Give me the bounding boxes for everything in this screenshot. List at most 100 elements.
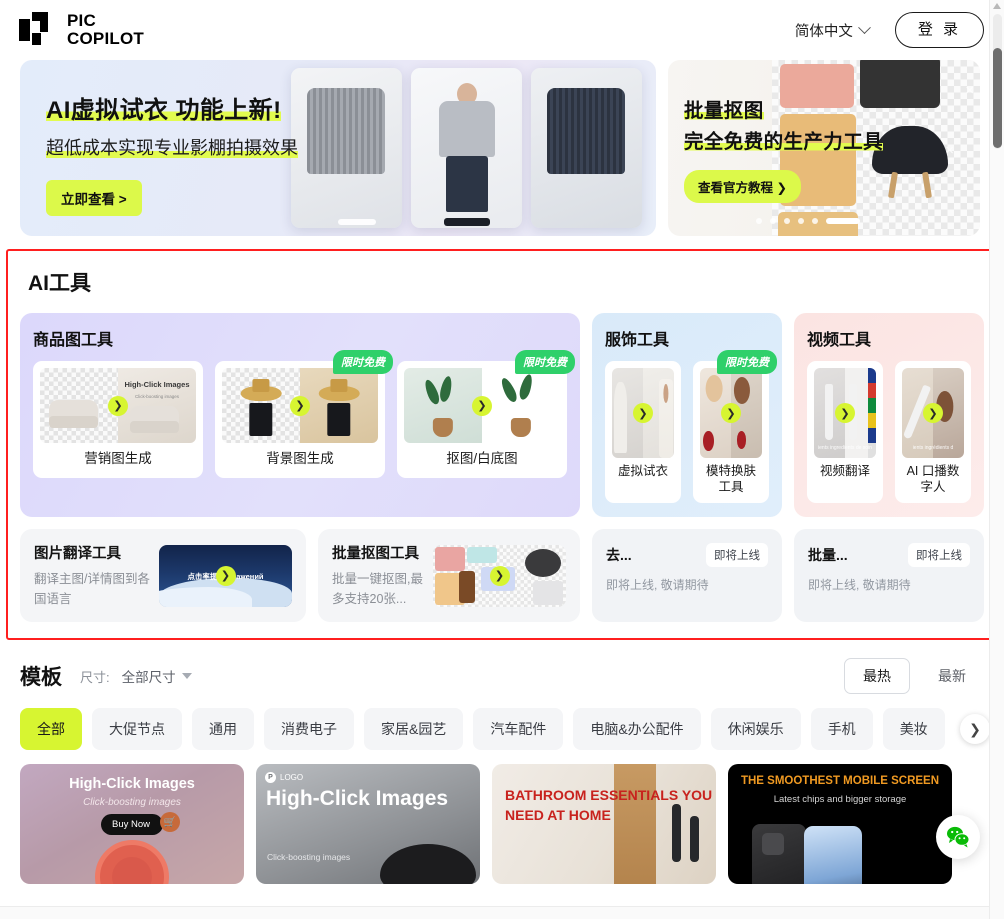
coming-soon-desc: 即将上线, 敬请期待	[606, 578, 709, 593]
cart-icon: 🛒	[160, 812, 180, 832]
tool-card-coming-soon-2[interactable]: 批量... 即将上线 即将上线, 敬请期待	[794, 529, 984, 622]
template-sub: Click-boosting images	[267, 852, 351, 862]
tool-tile-image: ients ingredients de soin ❯	[814, 368, 876, 458]
tool-group-video-title: 视频工具	[807, 332, 872, 349]
vertical-scrollbar[interactable]	[989, 0, 1004, 919]
language-selector[interactable]: 简体中文	[795, 20, 871, 41]
template-sub: Click-boosting images	[83, 797, 181, 808]
scroll-up-arrow-icon[interactable]	[993, 3, 1001, 9]
coming-soon-header: 批量... 即将上线	[808, 543, 970, 568]
photo-model-person	[411, 68, 522, 228]
banner-carousel: AI虚拟试衣 功能上新! 超低成本实现专业影棚拍摄效果 立即查看 > × × 批…	[0, 60, 1004, 236]
banner-left-subtitle: 超低成本实现专业影棚拍摄效果	[46, 134, 298, 160]
template-card-watch[interactable]: High-Click Images Click-boosting images …	[20, 764, 244, 884]
tool-group-product: 商品图工具 High-Click Images Click-boosting i…	[20, 313, 580, 518]
brand-name: PIC COPILOT	[67, 10, 144, 49]
coming-soon-desc: 即将上线, 敬请期待	[808, 578, 911, 593]
tool-tile-image: ❯	[700, 368, 762, 458]
template-card-mobile[interactable]: THE SMOOTHEST MOBILE SCREEN Latest chips…	[728, 764, 952, 884]
arrow-right-icon: ❯	[489, 565, 510, 586]
tile-overlay-title: High-Click Images	[124, 380, 190, 389]
tool-tile-label: AI 口播数字人	[906, 464, 960, 494]
template-heading: BATHROOM ESSENTIALS YOU NEED AT HOME	[505, 787, 713, 823]
ai-tools-title: AI工具	[28, 272, 91, 295]
banner-right-dots[interactable]	[756, 218, 860, 224]
chip-computer-office[interactable]: 电脑&办公配件	[573, 708, 701, 750]
tile-overlay-sub: Click-boosting images	[134, 393, 179, 399]
brand-line1: PIC	[67, 10, 96, 30]
page-root: PIC COPILOT 简体中文 登 录 AI虚拟试衣 功能上新! 超低成本实现…	[0, 0, 1004, 919]
tool-card-coming-soon-1[interactable]: 去... 即将上线 即将上线, 敬请期待	[592, 529, 782, 622]
chip-phone[interactable]: 手机	[810, 708, 873, 750]
chip-promotions[interactable]: 大促节点	[92, 708, 182, 750]
tool-tile-virtual-tryon[interactable]: ❯ 虚拟试衣	[605, 361, 681, 504]
logo-mark-icon	[18, 11, 56, 49]
coming-soon-title: 去...	[606, 547, 632, 564]
tool-tile-ai-digital-human[interactable]: ients ingrédients d ❯ AI 口播数字人	[895, 361, 971, 504]
size-filter-dropdown[interactable]: 全部尺寸	[122, 666, 192, 686]
template-card-highclick[interactable]: P LOGO High-Click Images Click-boosting …	[256, 764, 480, 884]
tool-group-clothing-tiles: ❯ 虚拟试衣 限时免费 ❯ 模特换肤工具	[605, 350, 777, 504]
template-sub: Latest chips and bigger storage	[773, 794, 907, 805]
banner-right-cta-button[interactable]: 查看官方教程 ❯	[684, 170, 801, 203]
banner-right-text: 批量抠图 完全免费的生产力工具 查看官方教程 ❯	[684, 94, 884, 203]
chip-general[interactable]: 通用	[192, 708, 254, 750]
banner-right-title: 批量抠图	[684, 94, 764, 123]
tool-card-image-translate[interactable]: 图片翻译工具 翻译主图/详情图到各国语言 点击率提升 бражений ❯	[20, 529, 306, 622]
chevron-down-icon	[857, 20, 871, 34]
phone-front-image	[804, 826, 862, 884]
tool-group-product-title: 商品图工具	[33, 332, 114, 349]
watch-image	[95, 840, 169, 884]
scrollbar-thumb[interactable]	[993, 48, 1002, 148]
tool-tile-marketing-image[interactable]: High-Click Images Click-boosting images …	[33, 361, 203, 478]
template-buy-button: Buy Now	[100, 814, 164, 835]
arrow-right-icon: ❯	[835, 403, 855, 423]
templates-header: 模板 尺寸: 全部尺寸 最热 最新	[0, 640, 1004, 694]
ai-tools-secondary-row: 图片翻译工具 翻译主图/详情图到各国语言 点击率提升 бражений ❯ 批量…	[20, 529, 984, 622]
tool-tile-label: 背景图生成	[266, 451, 334, 466]
banner-left-cta-button[interactable]: 立即查看 >	[46, 180, 142, 216]
chip-all[interactable]: 全部	[20, 708, 82, 750]
tool-tile-model-skin-swap[interactable]: 限时免费 ❯ 模特换肤工具	[693, 350, 777, 504]
tool-card-text: 批量抠图工具 批量一键抠图,最多支持20张...	[332, 542, 433, 609]
arrow-right-icon: ❯	[923, 403, 943, 423]
banner-left-text: AI虚拟试衣 功能上新! 超低成本实现专业影棚拍摄效果 立即查看 >	[46, 90, 298, 216]
tool-tile-label: 抠图/白底图	[446, 451, 518, 466]
phone-back-image	[752, 824, 806, 884]
arrow-right-icon: ❯	[108, 395, 128, 416]
chip-auto-parts[interactable]: 汽车配件	[473, 708, 564, 750]
chip-leisure[interactable]: 休闲娱乐	[710, 708, 801, 750]
tool-tile-image: ❯	[612, 368, 674, 458]
tool-tile-cutout-whitebg[interactable]: 限时免费 ❯ 抠图/白底图	[397, 350, 575, 478]
brand-line2: COPILOT	[67, 29, 144, 48]
template-card-bathroom[interactable]: BATHROOM ESSENTIALS YOU NEED AT HOME	[492, 764, 716, 884]
wechat-float-button[interactable]	[936, 815, 980, 859]
tool-tile-video-translate[interactable]: ients ingredients de soin ❯ 视频翻译	[807, 361, 883, 504]
template-heading: THE SMOOTHEST MOBILE SCREEN	[740, 775, 940, 787]
horizontal-scrollbar[interactable]	[0, 906, 989, 919]
tool-card-batch-cutout[interactable]: 批量抠图工具 批量一键抠图,最多支持20张... ❯	[318, 529, 580, 622]
banner-left-indicator[interactable]	[338, 219, 376, 225]
photo-jacket-dark	[531, 68, 642, 228]
sort-new-button[interactable]: 最新	[920, 659, 984, 693]
tool-tile-background-image[interactable]: 限时免费 ❯ 背景图生成	[215, 350, 393, 478]
tool-card-text: 图片翻译工具 翻译主图/详情图到各国语言	[34, 542, 159, 609]
banner-slide-virtual-tryon[interactable]: AI虚拟试衣 功能上新! 超低成本实现专业影棚拍摄效果 立即查看 >	[20, 60, 656, 236]
banner-slide-batch-cutout[interactable]: × × 批量抠图 完全免费的生产力工具 查看官方教程 ❯	[668, 60, 980, 236]
tool-card-image: ❯	[433, 544, 566, 607]
sort-hot-button[interactable]: 最热	[844, 658, 910, 694]
chips-next-arrow-icon[interactable]: ❯	[960, 714, 990, 744]
tool-group-clothing: 服饰工具 ❯ 虚拟试衣 限时免费 ❯ 模特换肤工具	[592, 313, 782, 518]
tool-tile-image: ients ingrédients d ❯	[902, 368, 964, 458]
free-badge: 限时免费	[333, 350, 393, 374]
chip-beauty[interactable]: 美妆	[882, 708, 945, 750]
tool-tile-image: High-Click Images Click-boosting images …	[40, 368, 196, 443]
brand-logo[interactable]: PIC COPILOT	[18, 11, 144, 49]
login-button[interactable]: 登 录	[894, 12, 984, 48]
chip-home-garden[interactable]: 家居&园艺	[364, 708, 464, 750]
chip-consumer-electronics[interactable]: 消费电子	[264, 708, 354, 750]
arrow-right-icon: ❯	[290, 395, 310, 416]
templates-title: 模板	[20, 666, 62, 689]
template-product-shape	[380, 844, 476, 884]
banner-right-title2: 完全免费的生产力工具	[684, 125, 884, 154]
